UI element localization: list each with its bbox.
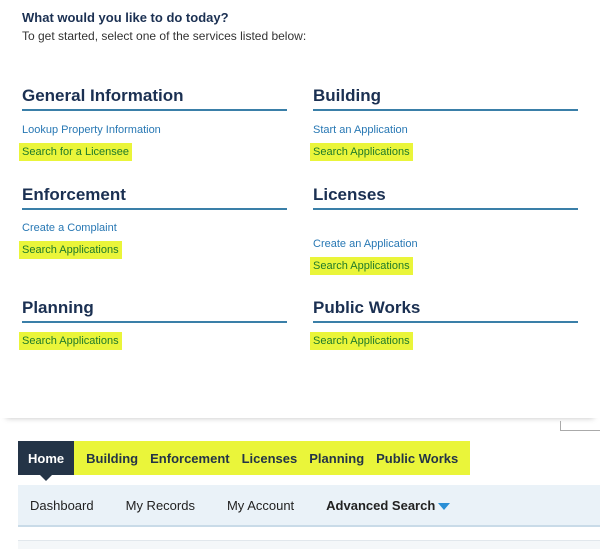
tab-licenses[interactable]: Licenses bbox=[236, 451, 304, 466]
enforcement-search-applications-link[interactable]: Search Applications bbox=[19, 241, 122, 259]
section-title-general-information: General Information bbox=[22, 86, 287, 111]
panel-divider bbox=[0, 400, 600, 418]
section-title-public-works: Public Works bbox=[313, 298, 578, 323]
tab-group-highlighted: Building Enforcement Licenses Planning P… bbox=[74, 441, 471, 475]
intro-title: What would you like to do today? bbox=[22, 10, 229, 25]
create-complaint-link[interactable]: Create a Complaint bbox=[22, 220, 117, 236]
section-title-planning: Planning bbox=[22, 298, 287, 323]
caret-down-icon bbox=[438, 502, 451, 510]
sub-navigation: Dashboard My Records My Account Advanced… bbox=[18, 485, 600, 527]
intro-subtitle: To get started, select one of the servic… bbox=[22, 29, 307, 43]
tab-planning[interactable]: Planning bbox=[303, 451, 370, 466]
corner-divider bbox=[560, 430, 600, 431]
main-tab-bar: Home Building Enforcement Licenses Plann… bbox=[18, 441, 471, 481]
section-title-licenses: Licenses bbox=[313, 185, 578, 210]
tab-building[interactable]: Building bbox=[80, 451, 144, 466]
tab-enforcement[interactable]: Enforcement bbox=[144, 451, 235, 466]
search-for-licensee-link[interactable]: Search for a Licensee bbox=[19, 143, 133, 161]
advanced-search-dropdown[interactable]: Advanced Search bbox=[326, 497, 451, 513]
tab-home[interactable]: Home bbox=[18, 441, 75, 481]
subnav-my-account[interactable]: My Account bbox=[227, 498, 294, 513]
corner-divider-vertical bbox=[560, 421, 561, 431]
tab-public-works[interactable]: Public Works bbox=[370, 451, 464, 466]
public-works-search-applications-link[interactable]: Search Applications bbox=[310, 332, 413, 350]
section-title-building: Building bbox=[313, 86, 578, 111]
lookup-property-information-link[interactable]: Lookup Property Information bbox=[22, 122, 161, 138]
subnav-my-records[interactable]: My Records bbox=[126, 498, 195, 513]
advanced-search-label: Advanced Search bbox=[326, 497, 436, 513]
licenses-search-applications-link[interactable]: Search Applications bbox=[310, 257, 413, 275]
building-search-applications-link[interactable]: Search Applications bbox=[310, 143, 413, 161]
subnav-dashboard[interactable]: Dashboard bbox=[30, 498, 94, 513]
section-title-enforcement: Enforcement bbox=[22, 185, 287, 210]
start-application-link[interactable]: Start an Application bbox=[313, 122, 408, 138]
create-application-link[interactable]: Create an Application bbox=[313, 236, 418, 252]
planning-search-applications-link[interactable]: Search Applications bbox=[19, 332, 122, 350]
